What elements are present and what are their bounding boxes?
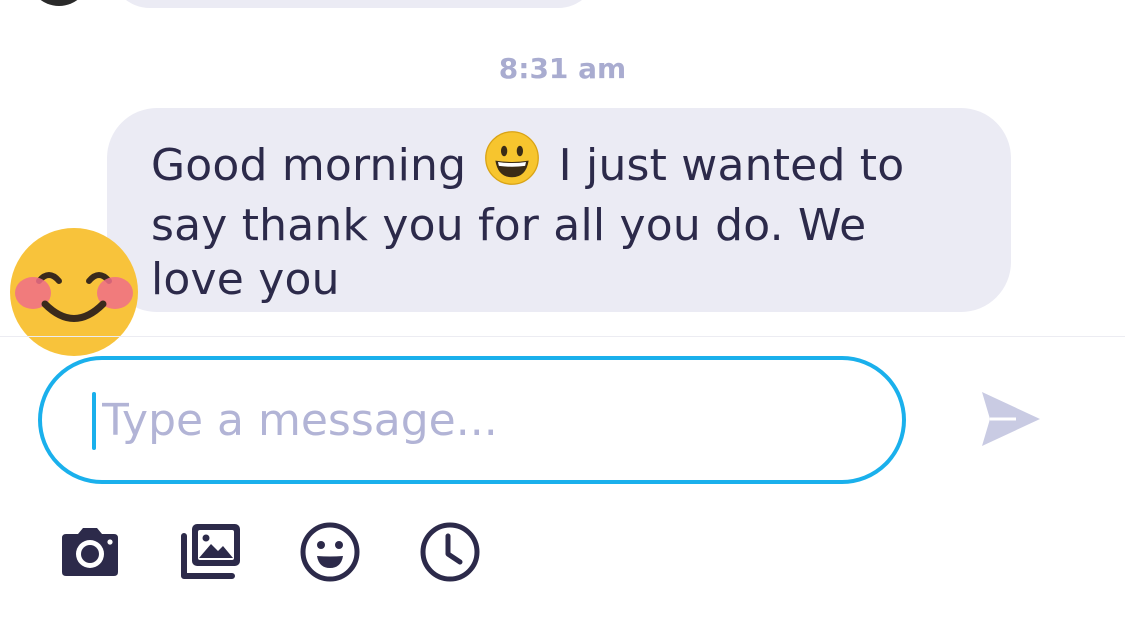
gallery-icon[interactable] <box>178 520 242 584</box>
message-bubble[interactable]: Good morning I just wanted to say thank … <box>107 108 1011 312</box>
chat-screen: 8:31 am Good morning I just wanted to sa… <box>0 0 1125 626</box>
previous-sender-avatar <box>28 0 90 6</box>
message-text: Good morning I just wanted to say thank … <box>151 130 971 307</box>
text-caret <box>92 392 96 450</box>
message-input-container[interactable] <box>38 356 906 484</box>
composer-divider <box>0 336 1125 337</box>
message-timestamp: 8:31 am <box>498 52 627 85</box>
sender-avatar-smiling-face-icon[interactable] <box>9 227 139 357</box>
previous-message-bubble <box>110 0 598 8</box>
camera-icon[interactable] <box>58 520 122 584</box>
clock-icon[interactable] <box>418 520 482 584</box>
emoji-icon[interactable] <box>298 520 362 584</box>
grinning-face-emoji-icon <box>484 130 540 199</box>
message-text-start: Good morning <box>151 140 481 191</box>
message-input[interactable] <box>102 378 882 462</box>
send-icon[interactable] <box>976 386 1046 452</box>
